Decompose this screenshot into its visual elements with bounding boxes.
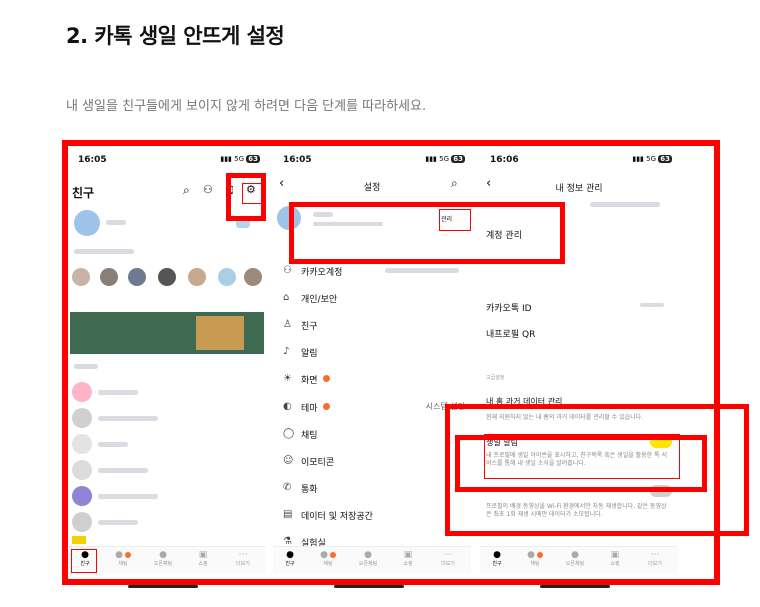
highlight-profile-manage — [289, 202, 565, 264]
page-description: 내 생일을 친구들에게 보이지 않게 하려면 다음 단계를 따라하세요. — [66, 99, 427, 114]
page-title: 2. 카톡 생일 안뜨게 설정 — [66, 24, 285, 48]
highlight-birthday-item — [484, 434, 680, 479]
home-indicator — [540, 585, 610, 588]
home-indicator — [334, 585, 404, 588]
home-indicator — [128, 585, 198, 588]
highlight-gear-inner — [242, 183, 262, 204]
highlight-manage-button — [439, 209, 471, 231]
highlight-friends-tab — [71, 549, 97, 573]
